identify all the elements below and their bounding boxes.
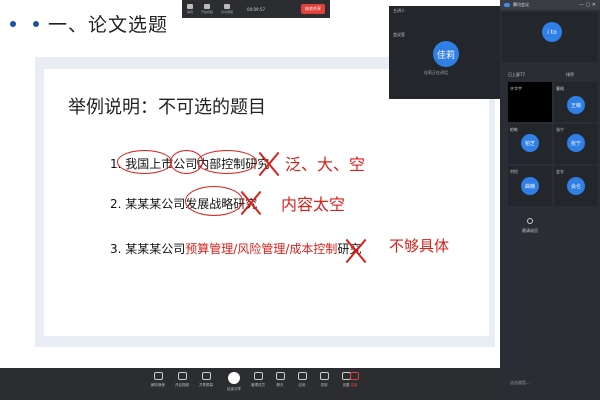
slide-section-title: 一、论文选题	[48, 14, 169, 36]
chat-button[interactable]: 聊天	[268, 372, 292, 388]
meeting-logo-icon	[504, 3, 510, 7]
video-button[interactable]: 开启视频	[170, 372, 194, 388]
item-text-highlight: 预算管理/风险管理/成本控制	[185, 242, 338, 256]
cross-icon	[238, 190, 264, 216]
participant-count: 已上屏77	[508, 72, 526, 77]
annotation-3: 不够具体	[389, 237, 450, 255]
camera-icon	[177, 372, 187, 380]
meeting-toolbar: 解除静音 开启视频 共享屏幕 结束共享 管理成员 聊天 应用 录制 设置 结束	[0, 368, 500, 400]
speaker-room-name: 会议室	[393, 32, 405, 37]
screen-icon	[201, 372, 211, 380]
sort-button[interactable]: 排序	[566, 72, 574, 78]
panel-app-name: 腾讯会议	[513, 2, 529, 7]
members-icon	[253, 372, 263, 380]
cross-icon	[343, 238, 369, 264]
participant-name: 会仑	[556, 169, 564, 174]
participant-avatar: 曲楠	[521, 177, 539, 195]
participant-name: 张宁	[556, 127, 564, 132]
participant-avatar: 张宁	[567, 134, 585, 152]
bullet-dot	[33, 21, 39, 27]
speaker-avatar: 佳莉	[433, 41, 459, 67]
annotation-1: 泛、大、空	[285, 155, 366, 174]
screen-icon	[224, 4, 231, 9]
example-heading: 举例说明：不可选的题目	[68, 97, 266, 118]
apps-button[interactable]: 应用	[290, 372, 314, 388]
participant-name: 刘恒	[510, 169, 518, 174]
window-controls[interactable]: — ▢ ✕	[579, 2, 596, 8]
microphone-icon	[187, 4, 193, 9]
item-number: 2.	[110, 197, 122, 211]
share-screen-button[interactable]: 共享屏幕	[221, 4, 233, 14]
speaker-status: 佳莉正在讲话	[424, 70, 448, 75]
bullet-dot	[10, 21, 16, 27]
invite-members-button[interactable]: 邀请成员	[508, 207, 552, 245]
end-share-button[interactable]: 结束共享	[301, 4, 325, 14]
participant-avatar: 会仑	[567, 177, 585, 195]
chat-input[interactable]: 点击说话...	[510, 380, 596, 390]
main-tile-avatar: i to	[542, 22, 562, 42]
stop-share-button[interactable]: 结束共享	[222, 372, 246, 392]
end-meeting-button[interactable]: 结束	[342, 372, 366, 388]
meeting-timer: 00:09:57	[247, 6, 266, 12]
ellipse-mark	[117, 150, 172, 174]
record-icon	[319, 372, 329, 380]
participant-name: 曹格	[556, 86, 564, 91]
cross-icon	[256, 151, 282, 177]
participant-avatar: 柏芝	[521, 134, 539, 152]
participant-name: 许华宇	[510, 86, 522, 91]
record-button[interactable]: 录制	[312, 372, 336, 388]
camera-icon	[204, 4, 211, 9]
ellipse-mark	[185, 186, 243, 216]
microphone-icon	[153, 372, 163, 380]
ellipse-mark	[197, 150, 257, 174]
item-number: 3.	[110, 242, 122, 256]
participant-avatar: 王萌	[567, 96, 585, 114]
mute-button[interactable]: 静音	[187, 4, 193, 14]
add-person-icon	[527, 218, 533, 224]
unmute-button[interactable]: 解除静音	[146, 372, 170, 388]
participant-name: 柏乾	[510, 127, 518, 132]
power-icon	[349, 372, 359, 380]
item-text-prefix: 某某某公司	[125, 242, 186, 256]
share-icon	[228, 372, 240, 384]
screen-share-toolbar: 静音 开启视频 共享屏幕 00:09:57 结束共享	[182, 0, 330, 18]
manage-members-button[interactable]: 管理成员	[246, 372, 270, 388]
speaker-window-title: 主讲人	[393, 8, 405, 13]
share-screen-button[interactable]: 共享屏幕	[194, 372, 218, 388]
chat-icon	[275, 372, 285, 380]
video-button[interactable]: 开启视频	[201, 4, 213, 14]
panel-top-bar: 腾讯会议 — ▢ ✕	[500, 0, 600, 10]
apps-icon	[297, 372, 307, 380]
example-item-3: 3. 某某某公司预算管理/风险管理/成本控制研究	[110, 240, 361, 257]
annotation-2: 内容太空	[281, 195, 346, 214]
